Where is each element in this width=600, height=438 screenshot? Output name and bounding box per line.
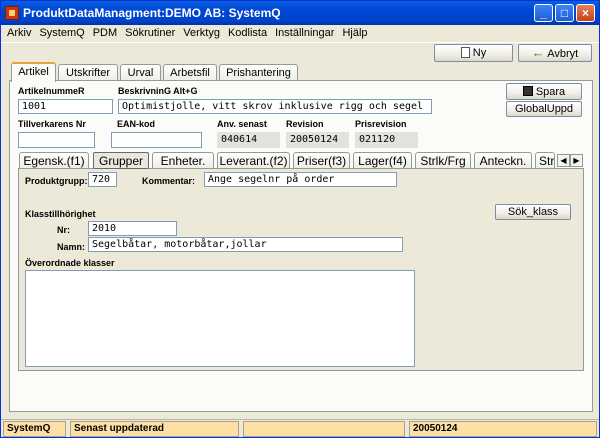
close-icon: × [581,6,589,20]
revision-value: 20050124 [286,132,349,148]
app-icon [5,6,19,20]
minimize-button[interactable]: _ [534,4,553,22]
tab-leverantorer[interactable]: Leverant.(f2) [217,152,290,169]
window-title: ProduktDataManagment:DEMO AB: SystemQ [23,6,281,20]
menu-item-systemq[interactable]: SystemQ [35,25,88,39]
minimize-icon: _ [540,6,547,20]
menu-bar: Arkiv SystemQ PDM Sökrutiner Verktyg Kodlista… [1,25,599,43]
manufacturer-number-field[interactable] [18,132,95,148]
toolbar: Ny ← Avbryt [1,44,599,62]
close-button[interactable]: × [576,4,595,22]
last-used-value: 040614 [217,132,280,148]
description-field[interactable]: Optimistjolle, vitt skrov inklusive rigg… [118,99,432,114]
menu-item-arkiv[interactable]: Arkiv [1,25,35,39]
status-date: 20050124 [409,421,597,437]
description-label: BeskrivninG Alt+G [118,86,198,96]
tab-lager[interactable]: Lager(f4) [353,152,412,169]
menu-item-pdm[interactable]: PDM [89,25,121,39]
chevron-left-icon: ◀ [560,156,567,165]
tab-scroll-left-button[interactable]: ◀ [557,154,570,167]
status-bar: SystemQ Senast uppdaterad 20050124 [1,419,599,437]
ean-code-label: EAN-kod [117,119,155,129]
maximize-icon: □ [560,6,569,20]
status-app: SystemQ [3,421,66,437]
tab-priser[interactable]: Priser(f3) [293,152,350,169]
title-bar: ProduktDataManagment:DEMO AB: SystemQ _ … [1,1,599,25]
tab-scroll-right-button[interactable]: ▶ [570,154,583,167]
revision-label: Revision [286,119,324,129]
class-name-field[interactable]: Segelbåtar, motorbåtar,jollar [88,237,403,252]
tab-storlek-farg[interactable]: Strlk/Frg [415,152,471,169]
tab-anteckningar[interactable]: Anteckn. [474,152,532,169]
new-document-icon [460,47,470,58]
menu-item-hjalp[interactable]: Hjälp [338,25,371,39]
price-revision-label: Prisrevision [355,119,407,129]
save-button[interactable]: Spara [506,83,582,100]
status-message: Senast uppdaterad [70,421,239,437]
comment-field[interactable]: Ange segelnr på order [204,172,397,187]
search-class-button[interactable]: Sök_klass [495,204,571,220]
product-group-label: Produktgrupp: [25,176,88,186]
arrow-left-icon: ← [531,45,545,60]
global-update-button[interactable]: GlobalUppd [506,101,582,117]
new-button-label: Ny [472,47,487,59]
parent-classes-list[interactable] [25,270,415,367]
tab-egenskaper[interactable]: Egensk.(f1) [19,152,89,169]
chevron-right-icon: ▶ [573,156,580,165]
menu-item-installningar[interactable]: Inställningar [271,25,338,39]
article-number-field[interactable]: 1001 [18,99,113,114]
tab-artikel[interactable]: Artikel [11,62,56,82]
product-group-field[interactable]: 720 [88,172,117,187]
comment-label: Kommentar: [142,176,196,186]
menu-item-sokrutiner[interactable]: Sökrutiner [121,25,179,39]
new-button[interactable]: Ny [434,44,513,62]
cancel-button-label: Avbryt [547,48,579,60]
application-window: ProduktDataManagment:DEMO AB: SystemQ _ … [0,0,600,438]
article-number-label: ArtikelnummeR [18,86,85,96]
price-revision-value: 021120 [355,132,418,148]
parent-classes-label: Överordnade klasser [25,258,115,268]
tab-enheter[interactable]: Enheter. [152,152,214,169]
groups-panel: Produktgrupp: 720 Kommentar: Ange segeln… [18,168,584,371]
class-membership-label: Klasstillhörighet [25,209,96,219]
menu-item-kodlista[interactable]: Kodlista [224,25,271,39]
floppy-disk-icon [522,86,533,96]
last-used-label: Anv. senast [217,119,267,129]
save-button-label: Spara [535,86,566,98]
class-number-label: Nr: [57,225,70,235]
maximize-button[interactable]: □ [555,4,574,22]
class-number-field[interactable]: 2010 [88,221,177,236]
ean-code-field[interactable] [111,132,202,148]
status-empty-cell [243,421,405,437]
cancel-button[interactable]: ← Avbryt [518,44,592,62]
manufacturer-number-label: Tillverkarens Nr [18,119,86,129]
tab-overflow[interactable]: Str [535,152,555,169]
menu-item-verktyg[interactable]: Verktyg [179,25,224,39]
class-name-label: Namn: [57,242,86,252]
tab-grupper[interactable]: Grupper [93,152,149,169]
